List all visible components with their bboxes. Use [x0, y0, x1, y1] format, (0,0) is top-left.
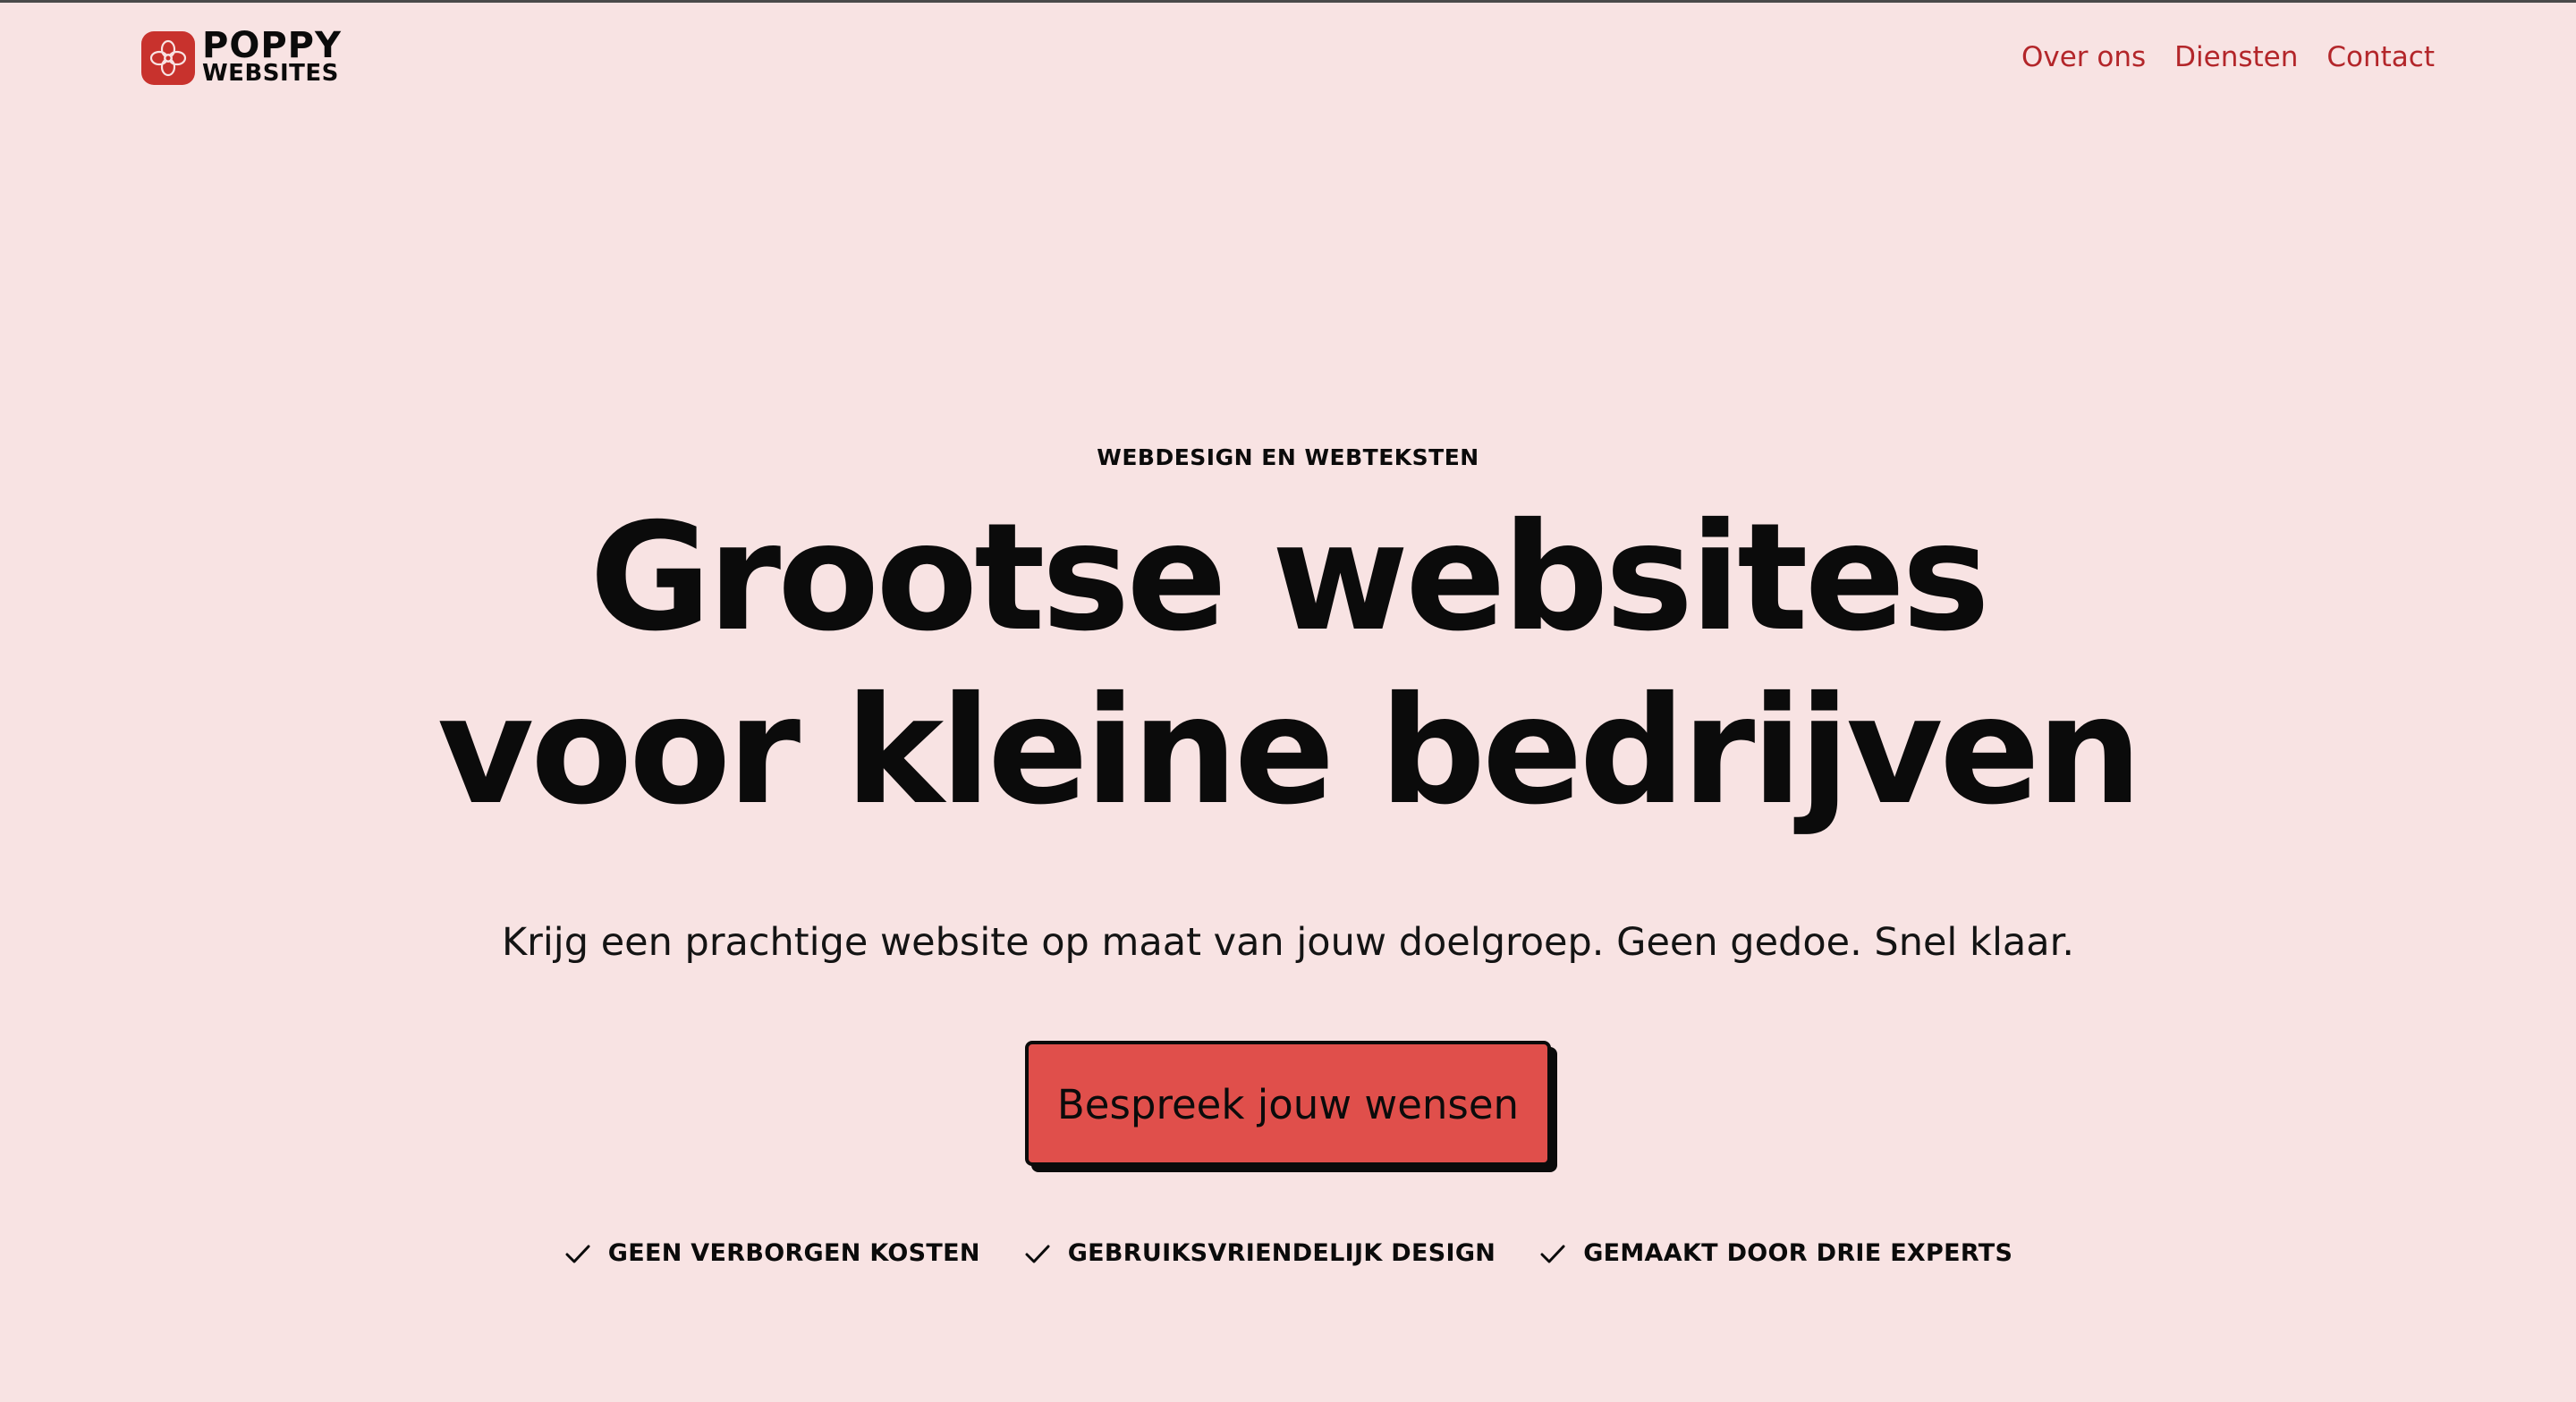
hero-headline-line-2: voor kleine bedrijven — [436, 665, 2142, 838]
check-icon — [1023, 1239, 1052, 1268]
check-icon — [564, 1239, 592, 1268]
feature-item: GEMAAKT DOOR DRIE EXPERTS — [1538, 1236, 2012, 1271]
poppy-flower-icon — [141, 31, 195, 85]
nav-link-over-ons[interactable]: Over ons — [2021, 36, 2146, 79]
logo-link[interactable]: POPPY WEBSITES — [141, 25, 342, 88]
feature-item: GEEN VERBORGEN KOSTEN — [564, 1236, 980, 1271]
logo-line-websites: WEBSITES — [202, 60, 339, 87]
nav-link-diensten[interactable]: Diensten — [2174, 36, 2298, 79]
check-icon — [1538, 1239, 1567, 1268]
hero-eyebrow: WEBDESIGN EN WEBTEKSTEN — [1097, 444, 1479, 470]
feature-label: GEMAAKT DOOR DRIE EXPERTS — [1583, 1239, 2013, 1267]
nav-link-contact[interactable]: Contact — [2326, 36, 2435, 79]
hero-subtitle: Krijg een prachtige website op maat van … — [501, 920, 2074, 965]
hero-headline: Grootse websites voor kleine bedrijven — [0, 492, 2576, 839]
logo-wordmark: POPPY WEBSITES — [202, 25, 342, 87]
cta-container: Bespreek jouw wensen — [0, 1041, 2576, 1166]
hero-section: WEBDESIGN EN WEBTEKSTEN Grootse websites… — [0, 429, 2576, 1271]
feature-label: GEBRUIKSVRIENDELIJK DESIGN — [1067, 1239, 1496, 1267]
feature-label: GEEN VERBORGEN KOSTEN — [607, 1239, 980, 1267]
hero-headline-line-1: Grootse websites — [589, 492, 1990, 664]
feature-list: GEEN VERBORGEN KOSTEN GEBRUIKSVRIENDELIJ… — [0, 1236, 2576, 1271]
cta-button[interactable]: Bespreek jouw wensen — [1024, 1041, 1552, 1166]
top-border — [0, 0, 2576, 3]
logo-line-poppy: POPPY — [202, 25, 342, 66]
main-nav: Over ons Diensten Contact — [2021, 36, 2435, 79]
feature-item: GEBRUIKSVRIENDELIJK DESIGN — [1023, 1236, 1496, 1271]
